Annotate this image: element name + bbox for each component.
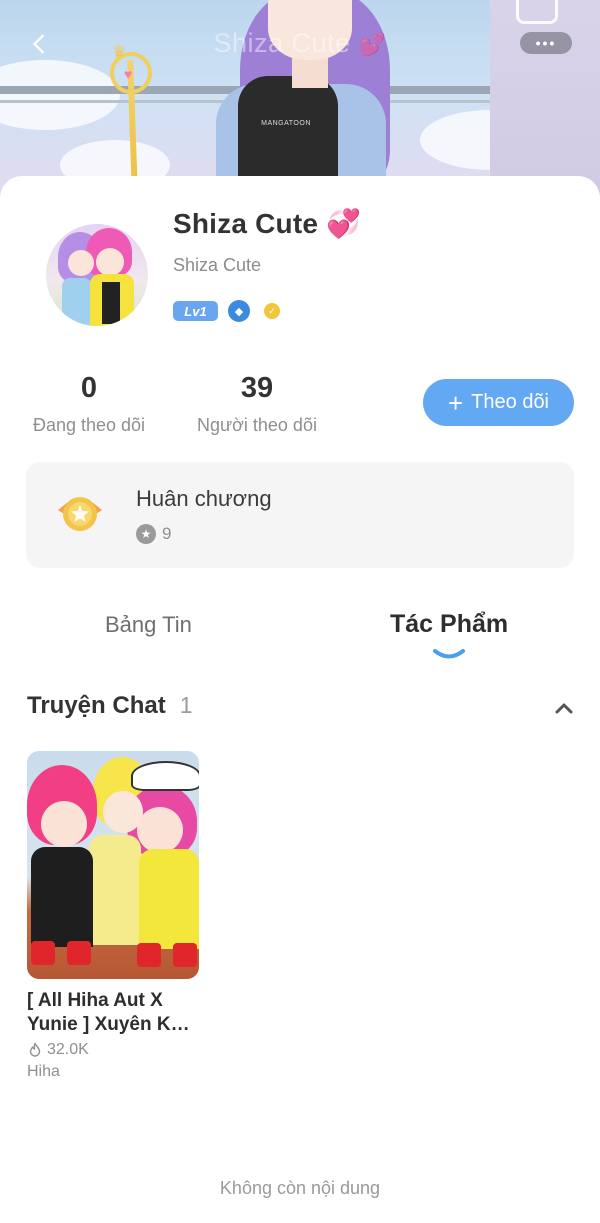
badge-row: Lv1 ◆ ✓ (173, 300, 280, 322)
banner-shirt-text: MANGATOON (261, 120, 311, 127)
avatar-art (62, 278, 92, 326)
cover-art (31, 941, 55, 965)
cover-art (67, 941, 91, 965)
profile-sheet: Shiza Cute 💞 Shiza Cute Lv1 ◆ ✓ 0 Đang t… (0, 176, 600, 1223)
followers-stat[interactable]: 39 Người theo dõi (190, 372, 324, 436)
section-header: Truyện Chat 1 (27, 692, 193, 720)
hearts-icon: 💞 (326, 208, 362, 239)
following-label: Đang theo dõi (32, 415, 146, 435)
share-button[interactable] (516, 0, 558, 24)
following-count: 0 (80, 372, 98, 404)
medal-icon (58, 497, 102, 531)
cover-art (137, 943, 161, 967)
cover-art (137, 807, 183, 853)
work-author: Hiha (27, 1063, 60, 1080)
followers-label: Người theo dõi (197, 415, 317, 435)
tab-feed[interactable]: Bảng Tin (105, 612, 192, 638)
avatar-art (68, 250, 94, 276)
level-badge[interactable]: Lv1 (173, 301, 218, 321)
cover-art (131, 761, 199, 791)
banner-title-text: Shiza Cute (213, 28, 351, 58)
coin-badge-icon[interactable]: ✓ (264, 303, 280, 319)
cover-art (139, 849, 199, 949)
avatar-art (102, 282, 120, 324)
section-count: 1 (179, 692, 193, 718)
avatar-art (96, 248, 124, 276)
avatar[interactable] (46, 224, 148, 326)
followers-count: 39 (240, 372, 274, 404)
profile-tabs: Bảng Tin Tác Phẩm (0, 596, 600, 666)
star-icon: ★ (136, 524, 156, 544)
more-button[interactable]: ••• (520, 32, 572, 54)
cover-art (89, 835, 141, 945)
end-of-content-text: Không còn nội dung (219, 1178, 381, 1198)
profile-name: Shiza Cute (173, 208, 319, 239)
medals-count: 9 (162, 524, 172, 543)
chevron-up-icon[interactable] (552, 696, 576, 720)
work-views-row: 32.0K (27, 1041, 199, 1059)
medals-card[interactable]: Huân chương ★ 9 (26, 462, 574, 568)
banner-title: Shiza Cute 💕 (0, 28, 600, 59)
top-bar: Shiza Cute 💕 ••• (0, 0, 600, 90)
work-views: 32.0K (47, 1041, 89, 1058)
cover-art (173, 943, 197, 967)
profile-username: Shiza Cute (173, 255, 262, 275)
work-title: [ All Hiha Aut X Yunie ] Xuyên K… (27, 990, 190, 1035)
section-title: Truyện Chat (27, 692, 166, 719)
medals-title: Huân chương (136, 486, 272, 511)
work-card[interactable]: [ All Hiha Aut X Yunie ] Xuyên K… 32.0K … (27, 751, 199, 1081)
flame-icon (29, 1042, 41, 1057)
heart-icon: 💕 (358, 32, 387, 57)
follow-button-label: Theo dõi (471, 391, 550, 413)
diamond-badge-icon[interactable]: ◆ (228, 300, 250, 322)
following-stat[interactable]: 0 Đang theo dõi (26, 372, 152, 436)
tab-active-indicator (433, 649, 465, 659)
follow-button[interactable]: + Theo dõi (423, 379, 574, 426)
tab-works[interactable]: Tác Phẩm (390, 610, 508, 639)
medals-count-row: ★ 9 (136, 524, 171, 544)
work-cover-image (27, 751, 199, 979)
profile-name-row: Shiza Cute 💞 (173, 208, 361, 240)
cover-art (41, 801, 87, 847)
plus-icon: + (447, 387, 464, 418)
cover-art (31, 847, 93, 947)
